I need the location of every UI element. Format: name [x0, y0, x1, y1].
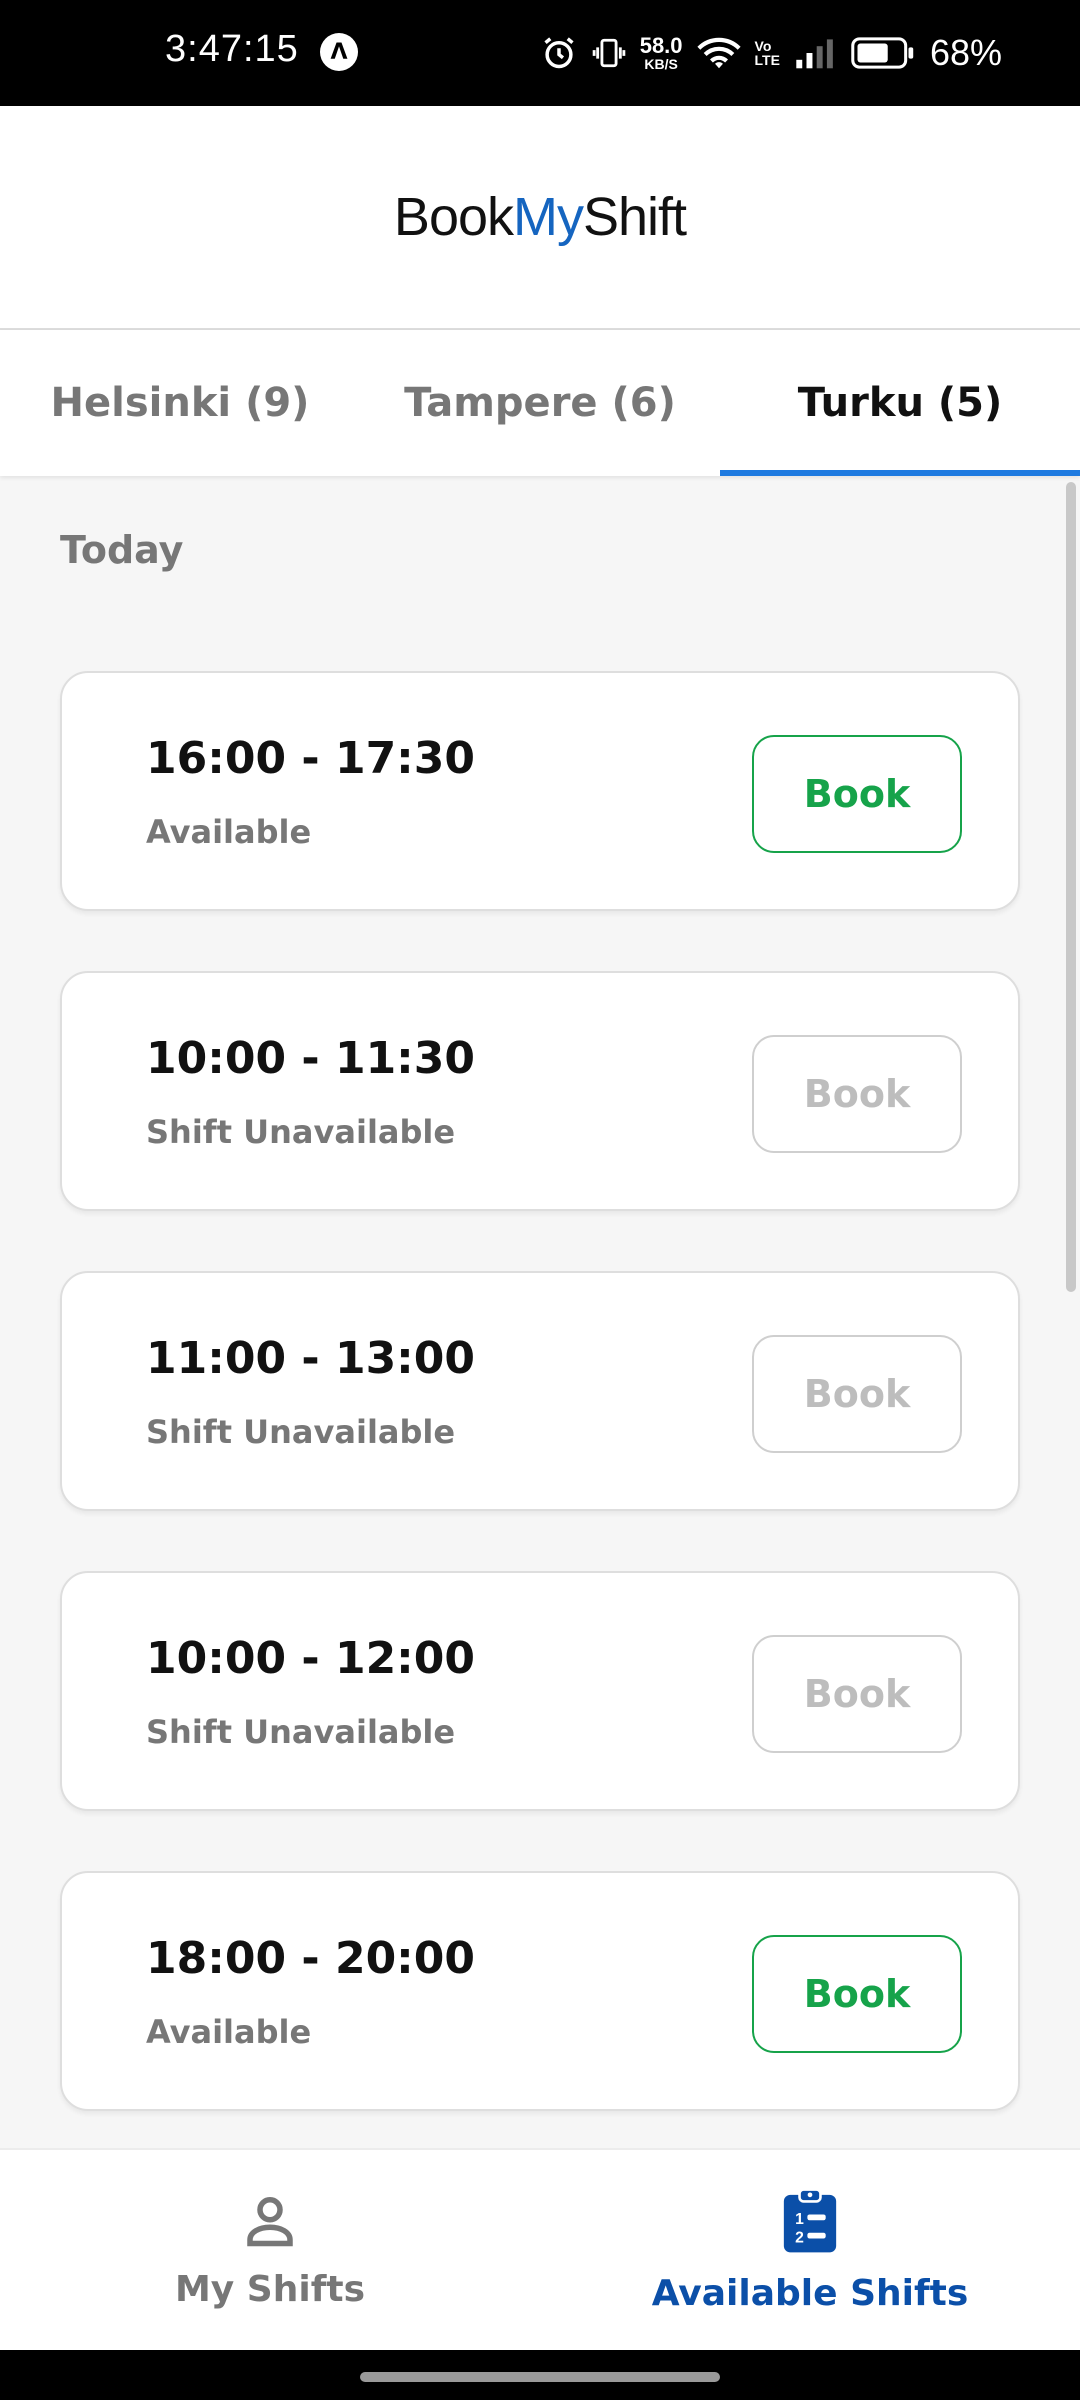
shift-status: Shift Unavailable	[146, 1713, 456, 1751]
volte-indicator: Vo LTE	[755, 39, 780, 67]
tab-tampere[interactable]: Tampere (6)	[360, 330, 720, 476]
book-button: Book	[752, 1035, 962, 1153]
shift-time: 18:00 - 20:00	[146, 1933, 476, 1984]
shift-card: 11:00 - 13:00 Shift Unavailable Book	[60, 1271, 1020, 1511]
network-speed-unit: KB/S	[644, 56, 678, 72]
app-logo: BookMyShift	[393, 186, 687, 248]
shift-time: 10:00 - 11:30	[146, 1033, 476, 1084]
signal-icon	[794, 36, 836, 70]
network-speed-value: 58.0	[639, 33, 683, 58]
person-icon	[240, 2191, 300, 2255]
status-icons: 58.0 KB/S Vo LTE 68%	[540, 20, 1002, 86]
shift-card: 10:00 - 11:30 Shift Unavailable Book	[60, 971, 1020, 1211]
shift-status: Shift Unavailable	[146, 1113, 456, 1151]
gesture-bar	[0, 2350, 1080, 2400]
network-speed: 58.0 KB/S	[639, 33, 683, 72]
tab-helsinki[interactable]: Helsinki (9)	[0, 330, 360, 476]
logo-shift: Shift	[583, 187, 687, 247]
status-bar: 3:47:15 Λ 58.0 KB/S Vo LTE 68%	[0, 0, 1080, 106]
vibrate-icon	[592, 34, 626, 72]
alarm-icon	[540, 34, 578, 72]
book-button[interactable]: Book	[752, 1935, 962, 2053]
shift-card: 16:00 - 17:30 Available Book	[60, 671, 1020, 911]
shift-time: 11:00 - 13:00	[146, 1333, 476, 1384]
book-button: Book	[752, 1635, 962, 1753]
nav-my-shifts[interactable]: My Shifts	[0, 2150, 540, 2350]
battery-icon	[850, 36, 916, 70]
svg-text:1: 1	[795, 2211, 804, 2228]
shift-card: 18:00 - 20:00 Available Book	[60, 1871, 1020, 2111]
svg-text:2: 2	[795, 2229, 804, 2246]
shift-time: 10:00 - 12:00	[146, 1633, 476, 1684]
tab-turku[interactable]: Turku (5)	[720, 330, 1080, 476]
book-button: Book	[752, 1335, 962, 1453]
shift-status: Shift Unavailable	[146, 1413, 456, 1451]
shift-list[interactable]: Today 16:00 - 17:30 Available Book 10:00…	[0, 476, 1080, 2148]
shift-time: 16:00 - 17:30	[146, 733, 476, 784]
app-header: BookMyShift	[0, 106, 1080, 330]
shift-status: Available	[146, 813, 312, 851]
city-tabs: Helsinki (9) Tampere (6) Turku (5)	[0, 330, 1080, 476]
nav-my-shifts-label: My Shifts	[174, 2268, 366, 2310]
volte-bottom: LTE	[754, 52, 780, 68]
shift-card: 10:00 - 12:00 Shift Unavailable Book	[60, 1571, 1020, 1811]
bottom-nav: My Shifts 1 2 Available Shifts	[0, 2148, 1080, 2350]
wifi-icon	[696, 35, 741, 71]
app-notification-icon: Λ	[320, 33, 358, 71]
logo-my: My	[513, 187, 584, 247]
home-gesture-handle[interactable]	[360, 2372, 720, 2382]
section-heading: Today	[60, 528, 184, 572]
scrollbar[interactable]	[1066, 482, 1076, 1292]
volte-top: Vo	[754, 38, 772, 54]
clipboard-list-icon: 1 2	[778, 2187, 842, 2259]
nav-available-shifts[interactable]: 1 2 Available Shifts	[540, 2150, 1080, 2350]
logo-book: Book	[393, 187, 514, 247]
status-time: 3:47:15	[165, 28, 299, 70]
book-button[interactable]: Book	[752, 735, 962, 853]
nav-available-shifts-label: Available Shifts	[651, 2272, 969, 2314]
shift-status: Available	[146, 2013, 312, 2051]
battery-percent: 68%	[929, 32, 1002, 73]
